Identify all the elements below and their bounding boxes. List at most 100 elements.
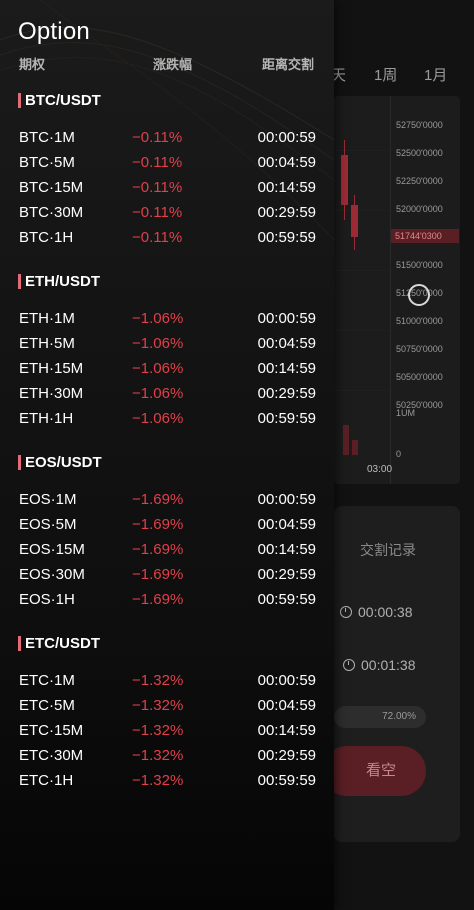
option-name: EOS·30M — [19, 566, 85, 583]
option-change: −0.11% — [132, 204, 183, 221]
option-countdown: 00:00:59 — [257, 310, 316, 327]
option-countdown: 00:29:59 — [257, 204, 316, 221]
volume-bar — [343, 425, 349, 455]
section-title: ETH/USDT — [18, 274, 100, 289]
bearish-button-label: 看空 — [365, 762, 396, 779]
chart-grid-line — [334, 150, 392, 151]
option-name: EOS·1M — [19, 491, 77, 508]
option-name: ETH·15M — [19, 360, 84, 377]
option-row[interactable]: ETH·5M −1.06% 00:04:59 — [0, 335, 334, 360]
option-change: −1.06% — [132, 310, 184, 327]
option-row[interactable]: ETC·15M −1.32% 00:14:59 — [0, 722, 334, 747]
price-tick: 52250'0000 — [396, 176, 443, 186]
option-countdown: 00:00:59 — [257, 491, 316, 508]
option-countdown: 00:14:59 — [257, 541, 316, 558]
option-change: −0.11% — [132, 179, 183, 196]
option-countdown: 00:29:59 — [257, 385, 316, 402]
option-row[interactable]: ETC·1M −1.32% 00:00:59 — [0, 672, 334, 697]
option-change: −1.69% — [132, 491, 184, 508]
volume-bar — [352, 440, 358, 455]
option-countdown: 00:14:59 — [257, 722, 316, 739]
chart-time-label: 03:00 — [367, 464, 393, 475]
option-name: BTC·1M — [19, 129, 75, 146]
option-row[interactable]: ETC·30M −1.32% 00:29:59 — [0, 747, 334, 772]
chart-grid-line — [334, 270, 392, 271]
option-drawer: Option 期权 涨跌幅 距离交割 BTC/USDT BTC·1M −0.11% 0… — [0, 0, 334, 910]
option-row[interactable]: ETH·30M −1.06% 00:29:59 — [0, 385, 334, 410]
option-countdown: 00:00:59 — [257, 672, 316, 689]
timer-row[interactable]: 00:01:38 — [343, 657, 416, 673]
option-change: −1.06% — [132, 385, 184, 402]
option-name: ETC·30M — [19, 747, 84, 764]
timer-row[interactable]: 00:00:38 — [340, 604, 413, 620]
option-countdown: 00:59:59 — [257, 591, 316, 608]
option-name: BTC·30M — [19, 204, 84, 221]
option-name: BTC·5M — [19, 154, 75, 171]
timeframe-week[interactable]: 1周 — [374, 64, 397, 85]
option-row[interactable]: EOS·1H −1.69% 00:59:59 — [0, 591, 334, 616]
option-row[interactable]: BTC·15M −0.11% 00:14:59 — [0, 179, 334, 204]
option-name: ETH·5M — [19, 335, 75, 352]
option-countdown: 00:04:59 — [257, 335, 316, 352]
option-countdown: 00:59:59 — [257, 772, 316, 789]
current-price-tag: 51744'0300 — [391, 229, 459, 243]
option-change: −1.69% — [132, 516, 184, 533]
option-name: ETC·1M — [19, 672, 75, 689]
price-tick: 52000'0000 — [396, 204, 443, 214]
option-name: ETC·15M — [19, 722, 84, 739]
option-row[interactable]: EOS·1M −1.69% 00:00:59 — [0, 491, 334, 516]
price-tick: 51500'0000 — [396, 260, 443, 270]
option-change: −1.69% — [132, 566, 184, 583]
option-countdown: 00:04:59 — [257, 697, 316, 714]
option-row[interactable]: BTC·1M −0.11% 00:00:59 — [0, 129, 334, 154]
option-change: −1.32% — [132, 722, 184, 739]
price-tick: 50500'0000 — [396, 372, 443, 382]
option-change: −0.11% — [132, 129, 183, 146]
option-name: ETH·1H — [19, 410, 74, 427]
option-row[interactable]: ETC·5M −1.32% 00:04:59 — [0, 697, 334, 722]
option-countdown: 00:29:59 — [257, 747, 316, 764]
option-row[interactable]: ETH·15M −1.06% 00:14:59 — [0, 360, 334, 385]
volume-zero: 0 — [396, 449, 402, 459]
option-change: −1.69% — [132, 541, 184, 558]
timer-value: 00:00:38 — [358, 604, 413, 620]
price-tick: 50750'0000 — [396, 344, 443, 354]
option-name: ETH·30M — [19, 385, 84, 402]
option-change: −1.32% — [132, 672, 184, 689]
header-delivery: 距离交割 — [262, 57, 315, 72]
option-row[interactable]: ETC·1H −1.32% 00:59:59 — [0, 772, 334, 797]
trade-records-tab[interactable]: 交割记录 — [360, 540, 416, 560]
option-name: EOS·15M — [19, 541, 85, 558]
option-row[interactable]: EOS·5M −1.69% 00:04:59 — [0, 516, 334, 541]
progress-bar: 72.00% — [334, 706, 426, 728]
option-name: ETH·1M — [19, 310, 75, 327]
bearish-button[interactable]: 看空 — [322, 746, 426, 796]
candle-body — [341, 155, 348, 205]
loading-spinner-icon — [408, 284, 430, 306]
price-tick: 52500'0000 — [396, 148, 443, 158]
option-row[interactable]: ETH·1M −1.06% 00:00:59 — [0, 310, 334, 335]
timeframe-month[interactable]: 1月 — [424, 64, 447, 85]
option-name: EOS·5M — [19, 516, 77, 533]
option-name: ETC·1H — [19, 772, 74, 789]
option-row[interactable]: ETH·1H −1.06% 00:59:59 — [0, 410, 334, 435]
chart-grid-line — [334, 330, 392, 331]
option-row[interactable]: BTC·1H −0.11% 00:59:59 — [0, 229, 334, 254]
option-change: −1.32% — [132, 747, 184, 764]
option-countdown: 00:59:59 — [257, 229, 316, 246]
option-name: BTC·1H — [19, 229, 74, 246]
option-change: −1.32% — [132, 697, 184, 714]
chart-grid-line — [334, 210, 392, 211]
section-title: ETC/USDT — [18, 636, 100, 651]
option-countdown: 00:14:59 — [257, 360, 316, 377]
option-row[interactable]: BTC·30M −0.11% 00:29:59 — [0, 204, 334, 229]
option-row[interactable]: EOS·30M −1.69% 00:29:59 — [0, 566, 334, 591]
option-row[interactable]: EOS·15M −1.69% 00:14:59 — [0, 541, 334, 566]
option-row[interactable]: BTC·5M −0.11% 00:04:59 — [0, 154, 334, 179]
option-name: ETC·5M — [19, 697, 75, 714]
section-title: EOS/USDT — [18, 455, 102, 470]
timer-value: 00:01:38 — [361, 657, 416, 673]
option-change: −1.06% — [132, 410, 184, 427]
header-change: 涨跌幅 — [153, 57, 193, 72]
clock-icon — [340, 606, 352, 618]
